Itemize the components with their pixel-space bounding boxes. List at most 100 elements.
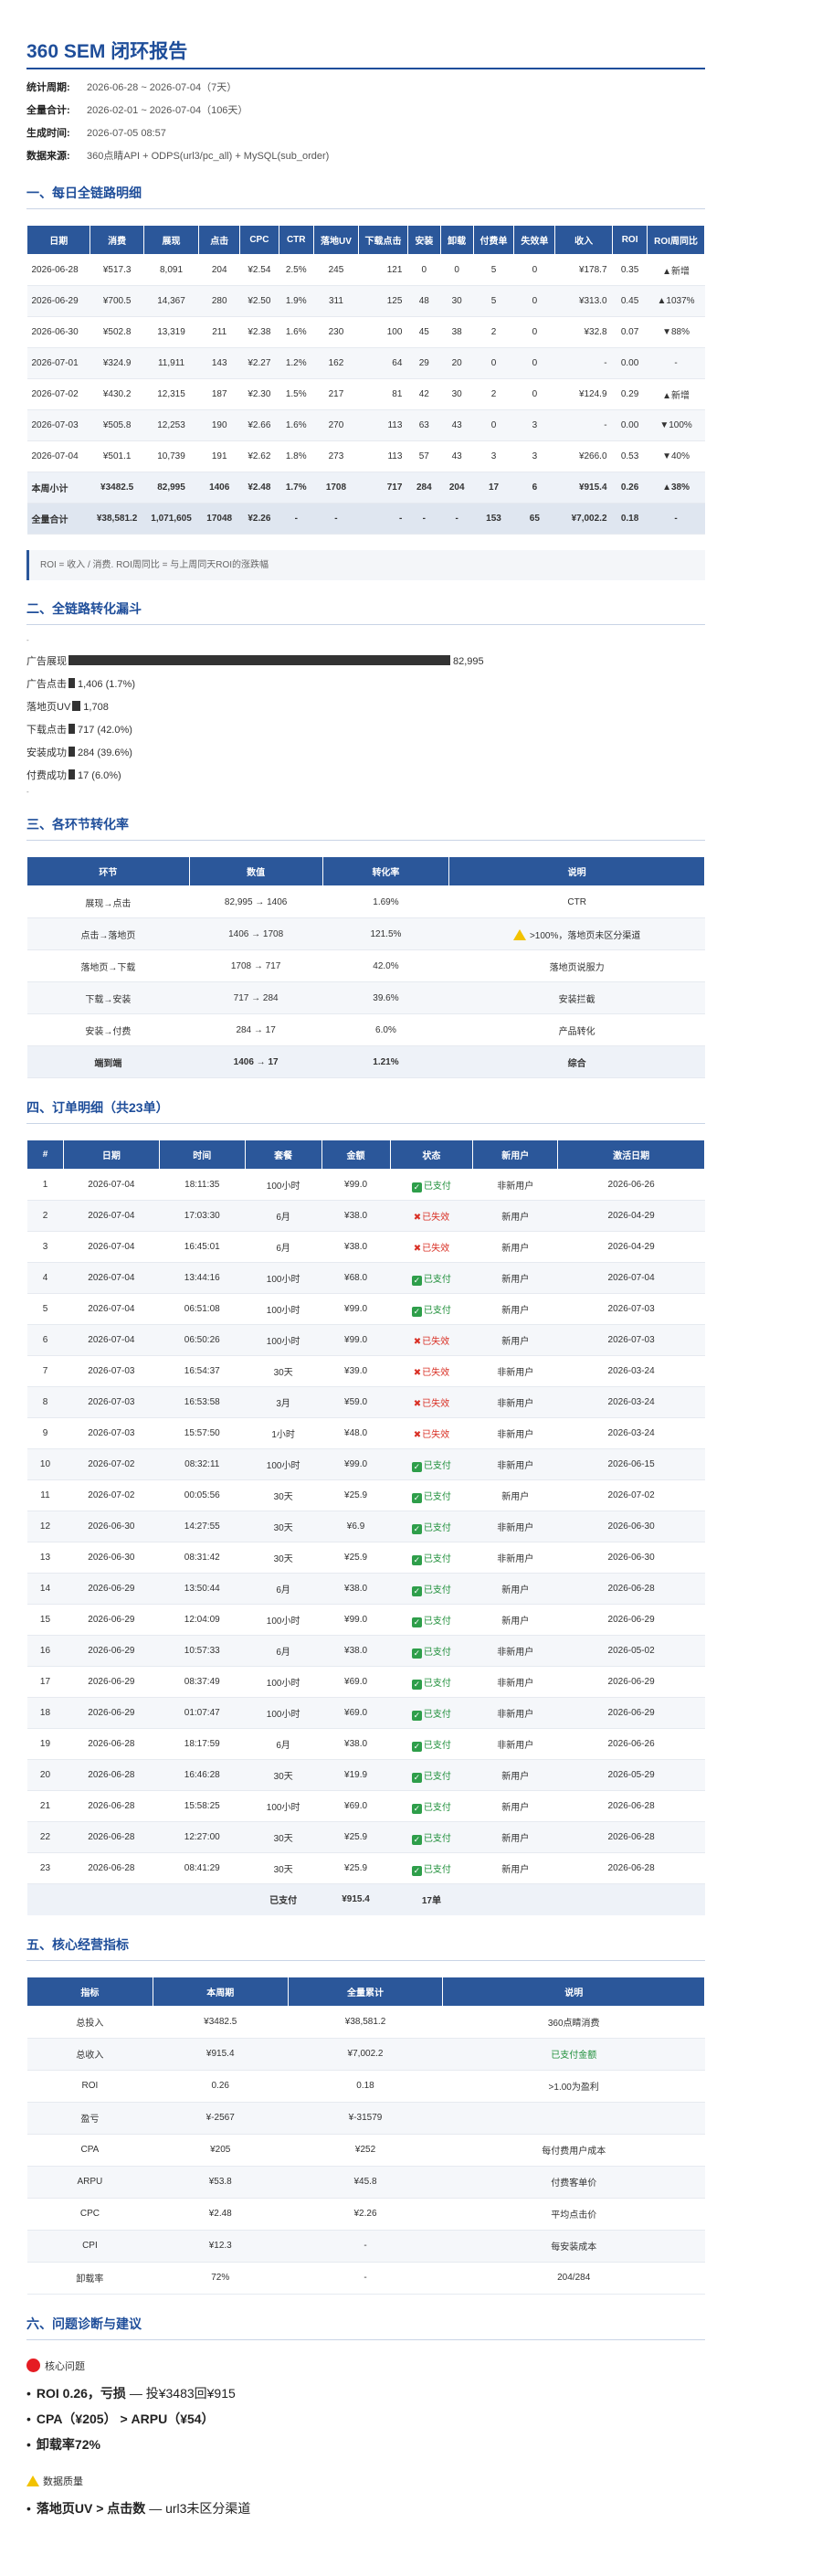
daily-cell: 3 — [473, 440, 514, 472]
status-paid: 已支付 — [423, 1585, 451, 1595]
daily-cell: 0.18 — [612, 503, 648, 535]
cross-icon: ✖ — [413, 1213, 422, 1223]
order-cell: 15:58:25 — [159, 1790, 246, 1822]
daily-cell: 0.29 — [612, 378, 648, 410]
funnel-bar — [68, 747, 75, 757]
column-header: 消费 — [90, 225, 144, 255]
order-cell: 2026-03-24 — [557, 1417, 705, 1449]
order-cell: 新用户 — [472, 1324, 558, 1356]
order-cell: ✖已失效 — [390, 1324, 473, 1356]
order-cell: ✓ 已支付 — [390, 1852, 473, 1884]
kpi-row: 总收入 ¥915.4 ¥7,002.2 已支付金额 — [26, 2038, 705, 2071]
order-cell: 2026-07-04 — [63, 1231, 160, 1263]
kpi-cell: ¥-31579 — [288, 2102, 443, 2135]
order-cell: ¥38.0 — [321, 1573, 390, 1605]
check-icon: ✓ — [411, 1461, 422, 1472]
order-row: 10 2026-07-02 08:32:11 100小时 ¥99.0 ✓ 已支付 非新用户 20… — [26, 1448, 705, 1480]
order-cell: 2026-06-29 — [63, 1697, 160, 1729]
daily-cell: 82,995 — [143, 472, 199, 504]
cross-icon: ✖ — [413, 1244, 422, 1254]
order-cell: 已支付 — [245, 1883, 322, 1915]
kpi-cell: ¥252 — [288, 2134, 443, 2167]
order-cell: 30天 — [245, 1821, 322, 1853]
order-cell: ¥99.0 — [321, 1604, 390, 1636]
order-cell: ¥38.0 — [321, 1728, 390, 1760]
daily-cell: - — [554, 409, 613, 441]
daily-cell: ¥3482.5 — [90, 472, 144, 504]
daily-cell: 3 — [513, 440, 555, 472]
daily-cell: 1.5% — [279, 378, 314, 410]
order-cell: 10 — [26, 1448, 64, 1480]
column-header: 转化率 — [321, 856, 450, 886]
daily-cell: ¥7,002.2 — [554, 503, 613, 535]
conversion-cell: 综合 — [448, 1045, 705, 1078]
daily-cell: 121 — [358, 254, 408, 286]
column-header: 落地UV — [312, 225, 360, 255]
daily-cell: 8,091 — [143, 254, 199, 286]
daily-cell: 43 — [440, 409, 474, 441]
conversion-cell: 284 → 17 — [189, 1013, 323, 1046]
daily-cell: ¥124.9 — [554, 378, 613, 410]
order-cell: ¥25.9 — [321, 1542, 390, 1574]
issue-item: 落地页UV > 点击数 — url3未区分渠道 — [26, 2496, 705, 2521]
order-cell: 14 — [26, 1573, 64, 1605]
order-cell: 4 — [26, 1262, 64, 1294]
conversion-text: 717 → 284 — [233, 992, 279, 1003]
order-cell: 2026-07-04 — [63, 1169, 160, 1201]
issue-detail: — 投¥3483回¥915 — [125, 2385, 236, 2401]
conversion-cell: 39.6% — [322, 981, 449, 1014]
meta-block: 统计周期: 2026-06-28 ~ 2026-07-04（7天） 全量合计: 202… — [26, 77, 705, 168]
kpi-cell: 付费客单价 — [442, 2166, 705, 2199]
daily-cell: 211 — [198, 316, 240, 348]
daily-cell: 11,911 — [143, 347, 199, 379]
order-cell: 12 — [26, 1511, 64, 1542]
order-cell: 2026-06-28 — [557, 1821, 705, 1853]
order-cell: 15 — [26, 1604, 64, 1636]
order-cell: ¥6.9 — [321, 1511, 390, 1542]
daily-cell: ¥2.54 — [239, 254, 279, 286]
conversion-cell: 6.0% — [322, 1013, 449, 1046]
meta-value: 2026-06-28 ~ 2026-07-04（7天） — [87, 82, 237, 93]
order-cell: ¥99.0 — [321, 1324, 390, 1356]
daily-cell: 1.8% — [279, 440, 314, 472]
column-header: 激活日期 — [557, 1140, 705, 1170]
order-cell: 2026-06-28 — [557, 1790, 705, 1822]
conversion-text: 1.69% — [373, 896, 399, 907]
conversion-cell: 落地页→下载 — [26, 949, 190, 982]
issue-detail: — url3未区分渠道 — [145, 2500, 251, 2516]
column-header: 金额 — [321, 1140, 391, 1170]
order-cell: 14:27:55 — [159, 1511, 246, 1542]
order-row: 19 2026-06-28 18:17:59 6月 ¥38.0 ✓ 已支付 非新用户 2026-… — [26, 1728, 705, 1760]
order-cell: 16:53:58 — [159, 1386, 246, 1418]
order-cell: 100小时 — [245, 1262, 322, 1294]
order-cell: 17 — [26, 1666, 64, 1698]
daily-cell: 42 — [407, 378, 441, 410]
conversion-text: 1406 → 1708 — [228, 928, 284, 939]
report-page: 360 SEM 闭环报告 统计周期: 2026-06-28 ~ 2026-07-0… — [0, 0, 822, 2521]
daily-cell: 1.6% — [279, 409, 314, 441]
conversion-cell: 1406 → 17 — [189, 1045, 323, 1078]
order-cell: 20 — [26, 1759, 64, 1791]
daily-cell: 217 — [313, 378, 359, 410]
check-icon: ✓ — [411, 1865, 422, 1876]
conversion-text: 39.6% — [373, 992, 399, 1003]
daily-cell: 5 — [473, 254, 514, 286]
daily-cell: 2026-06-28 — [26, 254, 90, 286]
order-cell: 2026-07-03 — [63, 1417, 160, 1449]
daily-row: 2026-07-03 ¥505.8 12,253 190 ¥2.66 1.6% 270 113… — [26, 409, 705, 441]
order-cell — [159, 1883, 246, 1915]
warning-icon — [26, 2475, 39, 2486]
order-cell: ✓ 已支付 — [390, 1635, 473, 1667]
daily-cell: 1.2% — [279, 347, 314, 379]
conversion-cell: 端到端 — [26, 1045, 190, 1078]
order-row: 4 2026-07-04 13:44:16 100小时 ¥68.0 ✓ 已支付 新用户 2026… — [26, 1262, 705, 1294]
meta-label: 生成时间: — [26, 128, 70, 139]
conversion-row: 点击→落地页 1406 → 1708 121.5% >100%，落地页未区分渠道 — [26, 917, 705, 950]
daily-row: 2026-06-29 ¥700.5 14,367 280 ¥2.50 1.9% 311 125… — [26, 285, 705, 317]
daily-row: 2026-07-02 ¥430.2 12,315 187 ¥2.30 1.5% 217 81 4… — [26, 378, 705, 410]
order-cell: 06:50:26 — [159, 1324, 246, 1356]
daily-cell: 0 — [473, 409, 514, 441]
daily-cell: ¥2.30 — [239, 378, 279, 410]
kpi-cell: 总投入 — [26, 2006, 153, 2039]
daily-cell: 43 — [440, 440, 474, 472]
